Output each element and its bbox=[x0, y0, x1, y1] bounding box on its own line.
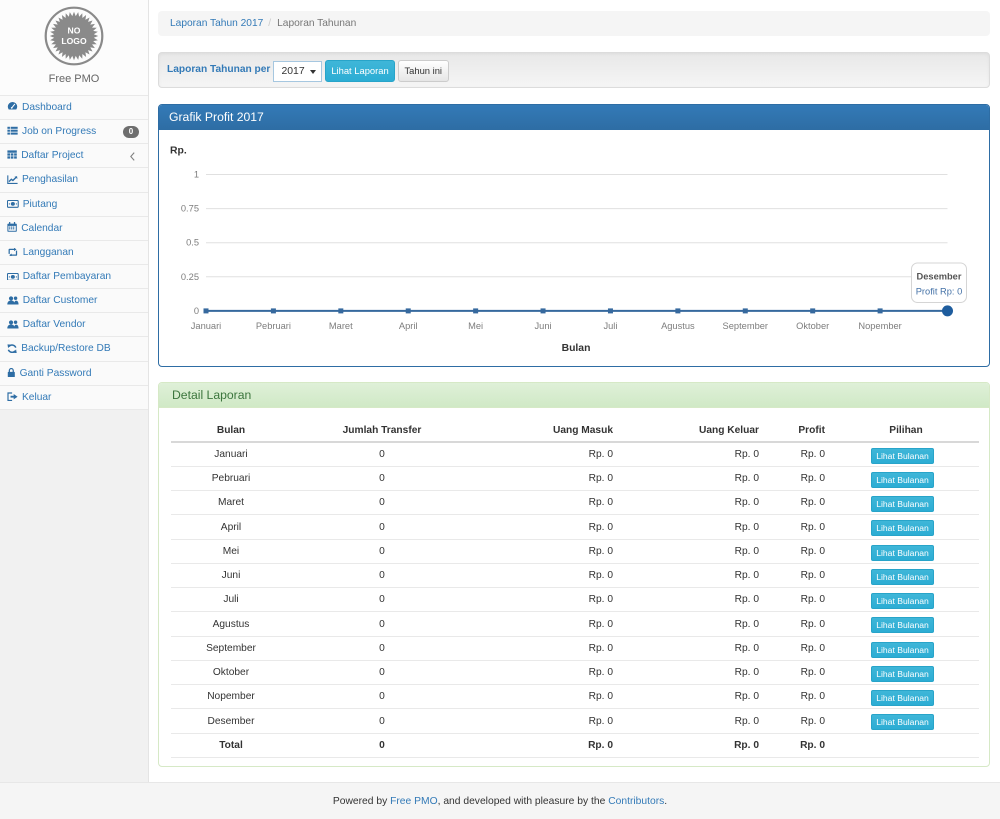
svg-text:Juli: Juli bbox=[603, 321, 617, 331]
svg-text:September: September bbox=[723, 321, 768, 331]
svg-text:Mei: Mei bbox=[468, 321, 483, 331]
svg-text:Nopember: Nopember bbox=[858, 321, 901, 331]
svg-text:Juni: Juni bbox=[535, 321, 552, 331]
svg-text:1: 1 bbox=[194, 170, 199, 180]
svg-text:April: April bbox=[399, 321, 418, 331]
svg-text:Rp.: Rp. bbox=[170, 146, 187, 157]
svg-text:Maret: Maret bbox=[329, 321, 353, 331]
svg-text:0.75: 0.75 bbox=[181, 204, 199, 214]
svg-text:0.25: 0.25 bbox=[181, 272, 199, 282]
svg-text:Bulan: Bulan bbox=[562, 343, 591, 354]
svg-text:0: 0 bbox=[194, 306, 199, 316]
svg-text:LOGO: LOGO bbox=[61, 36, 87, 46]
svg-text:0.5: 0.5 bbox=[186, 238, 199, 248]
svg-text:Oktober: Oktober bbox=[796, 321, 829, 331]
svg-text:NO: NO bbox=[68, 26, 81, 36]
svg-text:Agustus: Agustus bbox=[661, 321, 695, 331]
svg-text:Januari: Januari bbox=[191, 321, 222, 331]
svg-text:Pebruari: Pebruari bbox=[256, 321, 291, 331]
svg-text:Profit Rp: 0: Profit Rp: 0 bbox=[916, 287, 963, 297]
svg-text:Desember: Desember bbox=[917, 272, 962, 282]
